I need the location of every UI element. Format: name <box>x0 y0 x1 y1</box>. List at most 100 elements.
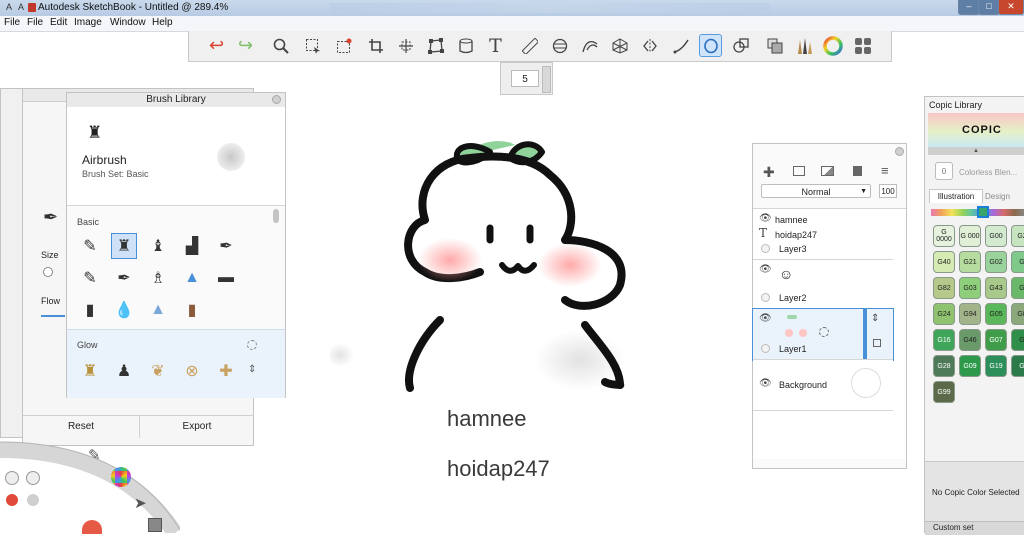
layer1-settings-icon[interactable] <box>819 327 829 337</box>
size-slider-knob[interactable] <box>43 267 53 277</box>
copic-swatch[interactable]: G99 <box>933 381 955 403</box>
canvas-text-hamnee[interactable]: hamnee <box>447 406 527 432</box>
brush-library-close-icon[interactable] <box>272 95 281 104</box>
copic-swatch[interactable]: G24 <box>933 303 955 325</box>
layer-group-icon[interactable] <box>793 166 805 176</box>
lagoon-red-swatch-icon[interactable] <box>6 494 18 506</box>
symmetry-icon[interactable] <box>638 34 661 57</box>
eye-icon[interactable]: 👁 <box>759 313 772 324</box>
menu-help[interactable]: Help <box>152 17 173 28</box>
redo-icon[interactable]: ↪ <box>234 34 257 57</box>
shape-icon[interactable] <box>729 34 752 57</box>
brush-eraser-icon[interactable]: ▮ <box>77 297 103 323</box>
brush-droplet-icon[interactable]: 💧 <box>111 297 137 323</box>
brush-nib-icon[interactable]: ✒ <box>111 265 137 291</box>
copic-swatch[interactable]: G19 <box>985 355 1007 377</box>
copic-swatch[interactable]: G09 <box>959 355 981 377</box>
eye-icon[interactable]: 👁 <box>759 264 772 275</box>
flow-slider[interactable] <box>41 315 65 317</box>
menu-image[interactable]: Image <box>74 17 102 28</box>
copic-swatch[interactable]: G94 <box>959 303 981 325</box>
copic-swatch[interactable]: G46 <box>959 329 981 351</box>
layer-lock-radio[interactable] <box>761 344 770 353</box>
copic-swatch[interactable]: G <box>1011 251 1024 273</box>
brush-hard-pencil-icon[interactable]: ✎ <box>77 265 103 291</box>
copic-swatch[interactable]: G21 <box>959 251 981 273</box>
layer-copy-icon[interactable] <box>763 34 786 57</box>
lagoon-color-icon[interactable] <box>111 467 131 487</box>
copic-swatch[interactable]: G <box>1011 329 1024 351</box>
lagoon-pen-dot-2-icon[interactable] <box>26 471 40 485</box>
glow-brush-3-icon[interactable]: ❦ <box>145 358 171 384</box>
layer-editor-close-icon[interactable] <box>895 147 904 156</box>
close-button[interactable]: ✕ <box>998 0 1024 15</box>
copic-swatch[interactable]: G43 <box>985 277 1007 299</box>
glow-brush-5-icon[interactable]: ✚ <box>213 358 239 384</box>
select-icon[interactable] <box>301 34 324 57</box>
copic-swatch[interactable]: G03 <box>959 277 981 299</box>
brush-wood-icon[interactable]: ▮ <box>179 297 205 323</box>
lagoon-gray-swatch-icon[interactable] <box>27 494 39 506</box>
lagoon-brush-icon[interactable]: ✎ <box>88 446 101 464</box>
text-icon[interactable]: T <box>484 34 507 57</box>
add-layer-icon[interactable]: ✚ <box>763 164 775 181</box>
trash-layer-icon[interactable] <box>853 166 862 176</box>
copic-swatch[interactable]: G40 <box>933 251 955 273</box>
transform-icon[interactable] <box>394 34 417 57</box>
glow-brush-1-icon[interactable]: ♜ <box>77 358 103 384</box>
reset-button[interactable]: Reset <box>23 415 139 438</box>
brush-triangle-blue-icon[interactable]: ▲ <box>179 265 205 291</box>
brush-size-slider[interactable] <box>542 66 551 93</box>
brush-size-input[interactable]: 5 <box>511 70 539 87</box>
menu-window[interactable]: Window <box>110 17 146 28</box>
minimize-button[interactable]: – <box>958 0 980 15</box>
curve-icon[interactable] <box>578 34 601 57</box>
lasso-icon[interactable] <box>699 34 722 57</box>
brush-fine-marker-icon[interactable]: ♗ <box>145 265 171 291</box>
glow-brush-4-icon[interactable]: ⊗ <box>179 358 205 384</box>
menu-file[interactable]: File <box>4 17 20 28</box>
color-wheel-icon[interactable] <box>821 34 844 57</box>
layer-row-layer2[interactable]: 👁 ☺ Layer2 <box>753 260 893 309</box>
tab-illustration[interactable]: Illustration <box>929 189 983 203</box>
palette-icon[interactable] <box>851 34 874 57</box>
brush-smudge-icon[interactable]: ▲ <box>145 297 171 323</box>
stroke-icon[interactable] <box>669 34 692 57</box>
export-button[interactable]: Export <box>139 415 254 438</box>
eye-icon[interactable]: 👁 <box>759 378 772 389</box>
brush-ink-pen-icon[interactable]: ✒ <box>213 233 239 259</box>
image-layer-icon[interactable] <box>821 166 834 176</box>
brush-pencil-icon[interactable]: ✎ <box>77 233 103 259</box>
glow-settings-icon[interactable] <box>247 340 257 350</box>
layer-row-background[interactable]: 👁 Background <box>753 360 893 411</box>
copic-swatch[interactable]: G <box>1011 277 1024 299</box>
copic-swatch[interactable]: G 0000 <box>933 225 955 247</box>
crop-select-icon[interactable] <box>332 34 355 57</box>
layer-lock-icon[interactable] <box>873 339 881 347</box>
layer-lock-radio[interactable] <box>761 293 770 302</box>
layer-menu-icon[interactable]: ≡ <box>881 163 889 178</box>
background-color-swatch[interactable] <box>851 368 881 398</box>
canvas-drawing[interactable] <box>330 100 750 430</box>
copic-swatch[interactable]: G <box>1011 355 1024 377</box>
copic-swatch[interactable]: G8 <box>1011 303 1024 325</box>
zoom-icon[interactable] <box>269 34 292 57</box>
copic-swatch[interactable]: G07 <box>985 329 1007 351</box>
lagoon-undo-icon[interactable] <box>82 520 102 534</box>
crop-icon[interactable] <box>364 34 387 57</box>
glow-brush-2-icon[interactable]: ♟ <box>111 358 137 384</box>
copic-swatch[interactable]: G00 <box>985 225 1007 247</box>
lagoon-pointer-icon[interactable]: ➤ <box>134 494 147 512</box>
menu-edit[interactable]: Edit <box>50 17 67 28</box>
undo-icon[interactable]: ↩ <box>205 34 228 57</box>
ellipse-icon[interactable] <box>548 34 571 57</box>
tab-design[interactable]: Design <box>985 192 1010 201</box>
colorless-blender-swatch[interactable]: 0 <box>935 162 953 180</box>
brush-chisel-icon[interactable]: ▟ <box>179 233 205 259</box>
copic-collapse-handle[interactable]: ▲ <box>928 147 1024 155</box>
distort-icon[interactable] <box>424 34 447 57</box>
menu-file-2[interactable]: File <box>27 17 43 28</box>
layer-opacity-field[interactable]: 100 <box>879 184 897 198</box>
lagoon-layer-icon[interactable] <box>148 518 162 532</box>
fill-icon[interactable] <box>454 34 477 57</box>
